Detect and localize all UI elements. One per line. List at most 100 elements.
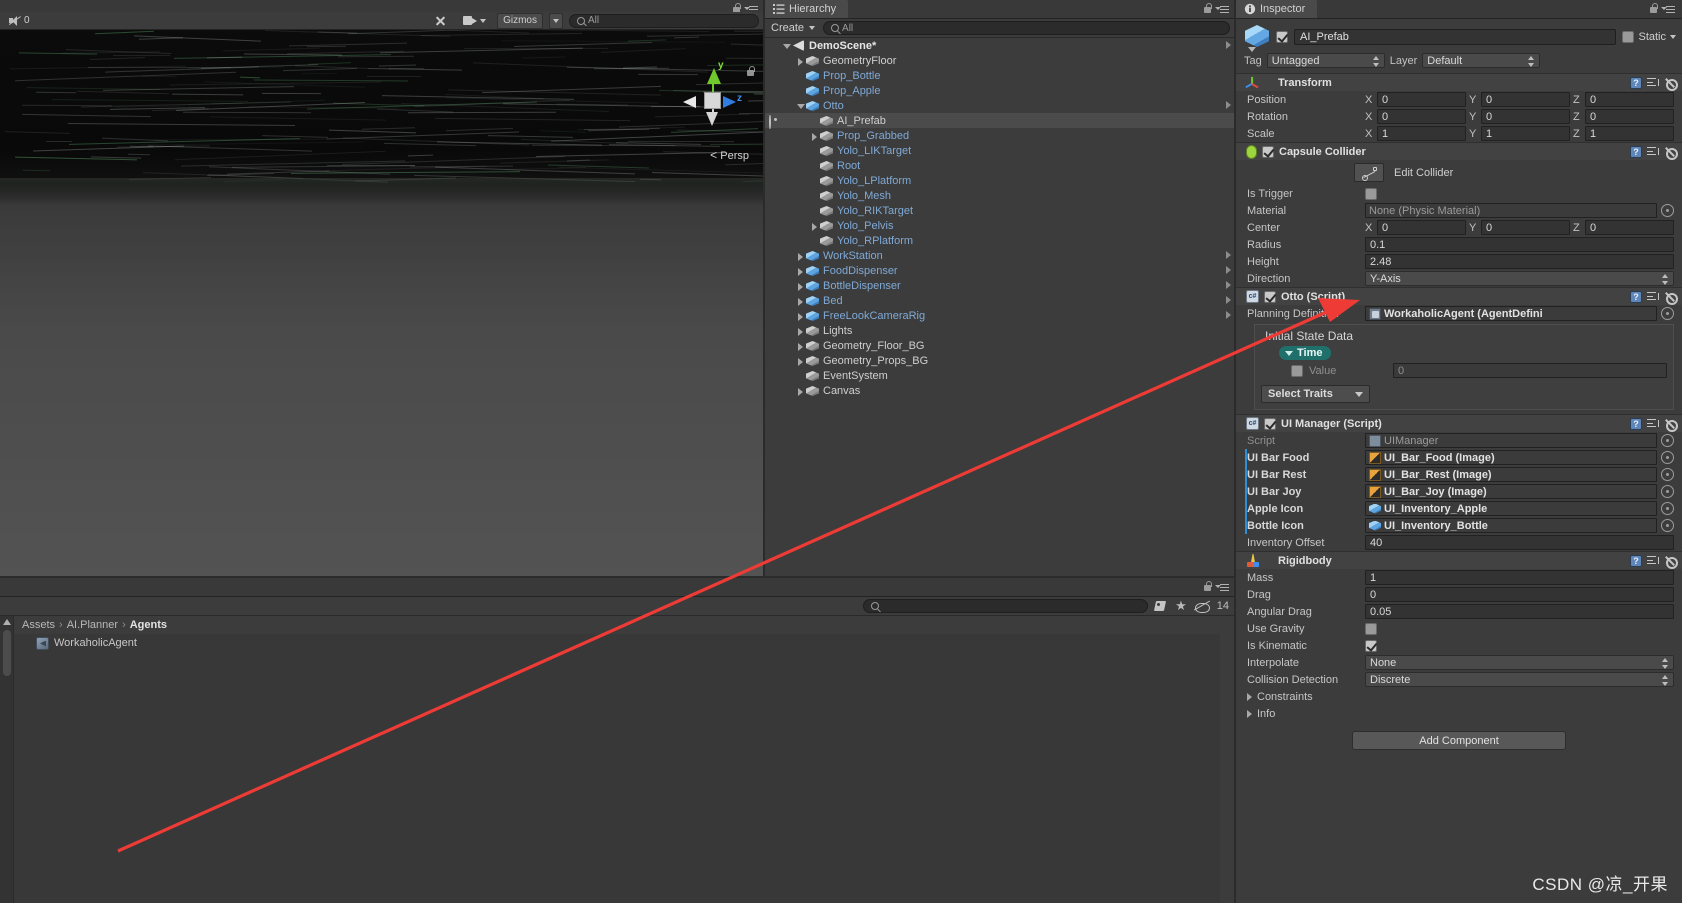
- hierarchy-item-yolo-liktarget[interactable]: Yolo_LIKTarget: [765, 143, 1236, 158]
- help-icon[interactable]: ?: [1630, 554, 1642, 567]
- chevron-down-icon[interactable]: [1670, 35, 1676, 39]
- axis-input-y[interactable]: 0: [1481, 220, 1570, 235]
- scroll-up-icon[interactable]: [3, 619, 11, 625]
- select-traits-dropdown[interactable]: Select Traits: [1261, 385, 1370, 403]
- foldout-closed-icon[interactable]: [809, 220, 820, 231]
- tag-dropdown[interactable]: Untagged: [1266, 53, 1385, 68]
- project-search-input[interactable]: [863, 599, 1149, 613]
- gizmo-y-arrow[interactable]: [707, 68, 721, 84]
- foldout-closed-icon[interactable]: [795, 265, 806, 276]
- hidden-objects-icon[interactable]: [1194, 601, 1210, 613]
- object-reference-field[interactable]: WorkaholicAgent (AgentDefini: [1365, 306, 1657, 321]
- component-enabled-checkbox[interactable]: [1264, 290, 1276, 303]
- object-picker-icon[interactable]: [1661, 468, 1674, 481]
- label-tag-icon[interactable]: [1155, 600, 1168, 612]
- hierarchy-item-bed[interactable]: Bed: [765, 293, 1236, 308]
- text-input[interactable]: 1: [1365, 570, 1674, 585]
- create-button[interactable]: Create: [771, 22, 816, 34]
- component-header-capsule-collider[interactable]: Capsule Collider?: [1236, 143, 1682, 160]
- preset-icon[interactable]: [1647, 555, 1660, 566]
- visibility-eye-icon[interactable]: [769, 115, 781, 129]
- gear-icon[interactable]: [1664, 146, 1678, 160]
- help-icon[interactable]: ?: [1630, 76, 1642, 89]
- hierarchy-item-root[interactable]: Root: [765, 158, 1236, 173]
- hierarchy-item-geometryfloor[interactable]: GeometryFloor: [765, 53, 1236, 68]
- scene-camera-button[interactable]: [458, 13, 491, 29]
- hierarchy-item-canvas[interactable]: Canvas: [765, 383, 1236, 398]
- prefab-open-arrow-icon[interactable]: [1226, 296, 1231, 304]
- axis-input-z[interactable]: 0: [1585, 92, 1674, 107]
- hierarchy-item-prop-grabbed[interactable]: Prop_Grabbed: [765, 128, 1236, 143]
- object-reference-field[interactable]: UI_Bar_Food (Image): [1365, 450, 1657, 465]
- component-enabled-checkbox[interactable]: [1262, 145, 1274, 158]
- component-header-ui-manager-script[interactable]: c# UI Manager (Script)?: [1236, 415, 1682, 432]
- help-icon[interactable]: ?: [1630, 145, 1642, 158]
- text-input[interactable]: 40: [1365, 535, 1674, 550]
- hierarchy-item-yolo-rplatform[interactable]: Yolo_RPlatform: [765, 233, 1236, 248]
- text-input[interactable]: 0: [1365, 587, 1674, 602]
- prefab-open-arrow-icon[interactable]: [1226, 101, 1231, 109]
- hierarchy-item-fooddispenser[interactable]: FoodDispenser: [765, 263, 1236, 278]
- hierarchy-item-freelookcamerarig[interactable]: FreeLookCameraRig: [765, 308, 1236, 323]
- help-icon[interactable]: ?: [1630, 290, 1642, 303]
- panel-menu-icon[interactable]: [1215, 4, 1230, 14]
- help-icon[interactable]: ?: [1630, 417, 1642, 430]
- scroll-thumb[interactable]: [3, 630, 11, 676]
- foldout-closed-icon[interactable]: [795, 250, 806, 261]
- hierarchy-item-geometry-floor-bg[interactable]: Geometry_Floor_BG: [765, 338, 1236, 353]
- foldout-closed-icon[interactable]: [795, 355, 806, 366]
- prefab-open-arrow-icon[interactable]: [1226, 41, 1231, 49]
- prefab-open-arrow-icon[interactable]: [1226, 251, 1231, 259]
- lock-icon[interactable]: [1203, 581, 1212, 592]
- hierarchy-item-yolo-lplatform[interactable]: Yolo_LPlatform: [765, 173, 1236, 188]
- foldout-closed-icon[interactable]: [795, 310, 806, 321]
- panel-menu-icon[interactable]: [1661, 4, 1676, 14]
- object-picker-icon[interactable]: [1661, 451, 1674, 464]
- scene-search-input[interactable]: All: [569, 13, 759, 28]
- hierarchy-item-ai-prefab[interactable]: AI_Prefab: [765, 113, 1236, 129]
- favorite-star-icon[interactable]: ★: [1175, 599, 1187, 612]
- gameobject-name-input[interactable]: AI_Prefab: [1294, 29, 1617, 45]
- hierarchy-item-geometry-props-bg[interactable]: Geometry_Props_BG: [765, 353, 1236, 368]
- preset-icon[interactable]: [1647, 291, 1660, 302]
- add-component-button[interactable]: Add Component: [1352, 731, 1566, 750]
- project-asset-list[interactable]: Assets › AI.Planner › Agents WorkaholicAgent: [0, 616, 1220, 903]
- prefab-open-arrow-icon[interactable]: [1226, 266, 1231, 274]
- gizmo-x-arrow[interactable]: [683, 96, 696, 108]
- foldout-closed-icon[interactable]: [795, 325, 806, 336]
- divider-scene-hierarchy[interactable]: [763, 0, 765, 578]
- gizmo-z-arrow[interactable]: [723, 96, 736, 108]
- scene-projection-label[interactable]: < Persp: [710, 148, 749, 162]
- hierarchy-item-lights[interactable]: Lights: [765, 323, 1236, 338]
- hierarchy-item-workstation[interactable]: WorkStation: [765, 248, 1236, 263]
- hierarchy-item-prop-bottle[interactable]: Prop_Bottle: [765, 68, 1236, 83]
- object-picker-icon[interactable]: [1661, 204, 1674, 217]
- scene-orientation-gizmo[interactable]: y z: [677, 60, 747, 140]
- foldout-closed-icon[interactable]: [795, 295, 806, 306]
- property-row-constraints[interactable]: Constraints: [1236, 688, 1682, 705]
- object-reference-field[interactable]: UI_Bar_Joy (Image): [1365, 484, 1657, 499]
- gameobject-enabled-checkbox[interactable]: [1276, 31, 1288, 43]
- hierarchy-item-demoscene[interactable]: DemoScene*: [765, 38, 1236, 53]
- layer-dropdown[interactable]: Default: [1422, 53, 1541, 68]
- object-reference-field[interactable]: None (Physic Material): [1365, 203, 1657, 218]
- hierarchy-item-prop-apple[interactable]: Prop_Apple: [765, 83, 1236, 98]
- prefab-open-arrow-icon[interactable]: [1226, 311, 1231, 319]
- checkbox[interactable]: [1365, 639, 1377, 652]
- trait-pill-time[interactable]: Time: [1279, 346, 1332, 360]
- axis-input-x[interactable]: 0: [1377, 109, 1466, 124]
- gear-icon[interactable]: [1664, 291, 1678, 305]
- divider-main-inspector[interactable]: [1234, 0, 1236, 903]
- component-header-transform[interactable]: Transform?: [1236, 74, 1682, 91]
- object-picker-icon[interactable]: [1661, 502, 1674, 515]
- foldout-open-icon[interactable]: [795, 100, 806, 111]
- component-header-otto-script[interactable]: c# Otto (Script)?: [1236, 288, 1682, 305]
- panel-menu-icon[interactable]: [1215, 582, 1230, 592]
- edit-collider-button[interactable]: [1354, 163, 1384, 182]
- gizmos-dropdown-button[interactable]: [549, 12, 563, 29]
- axis-input-z[interactable]: 0: [1585, 109, 1674, 124]
- hierarchy-item-otto[interactable]: Otto: [765, 98, 1236, 113]
- static-toggle[interactable]: Static: [1622, 31, 1676, 43]
- prefab-open-arrow-icon[interactable]: [1226, 281, 1231, 289]
- lock-icon[interactable]: [1203, 3, 1212, 14]
